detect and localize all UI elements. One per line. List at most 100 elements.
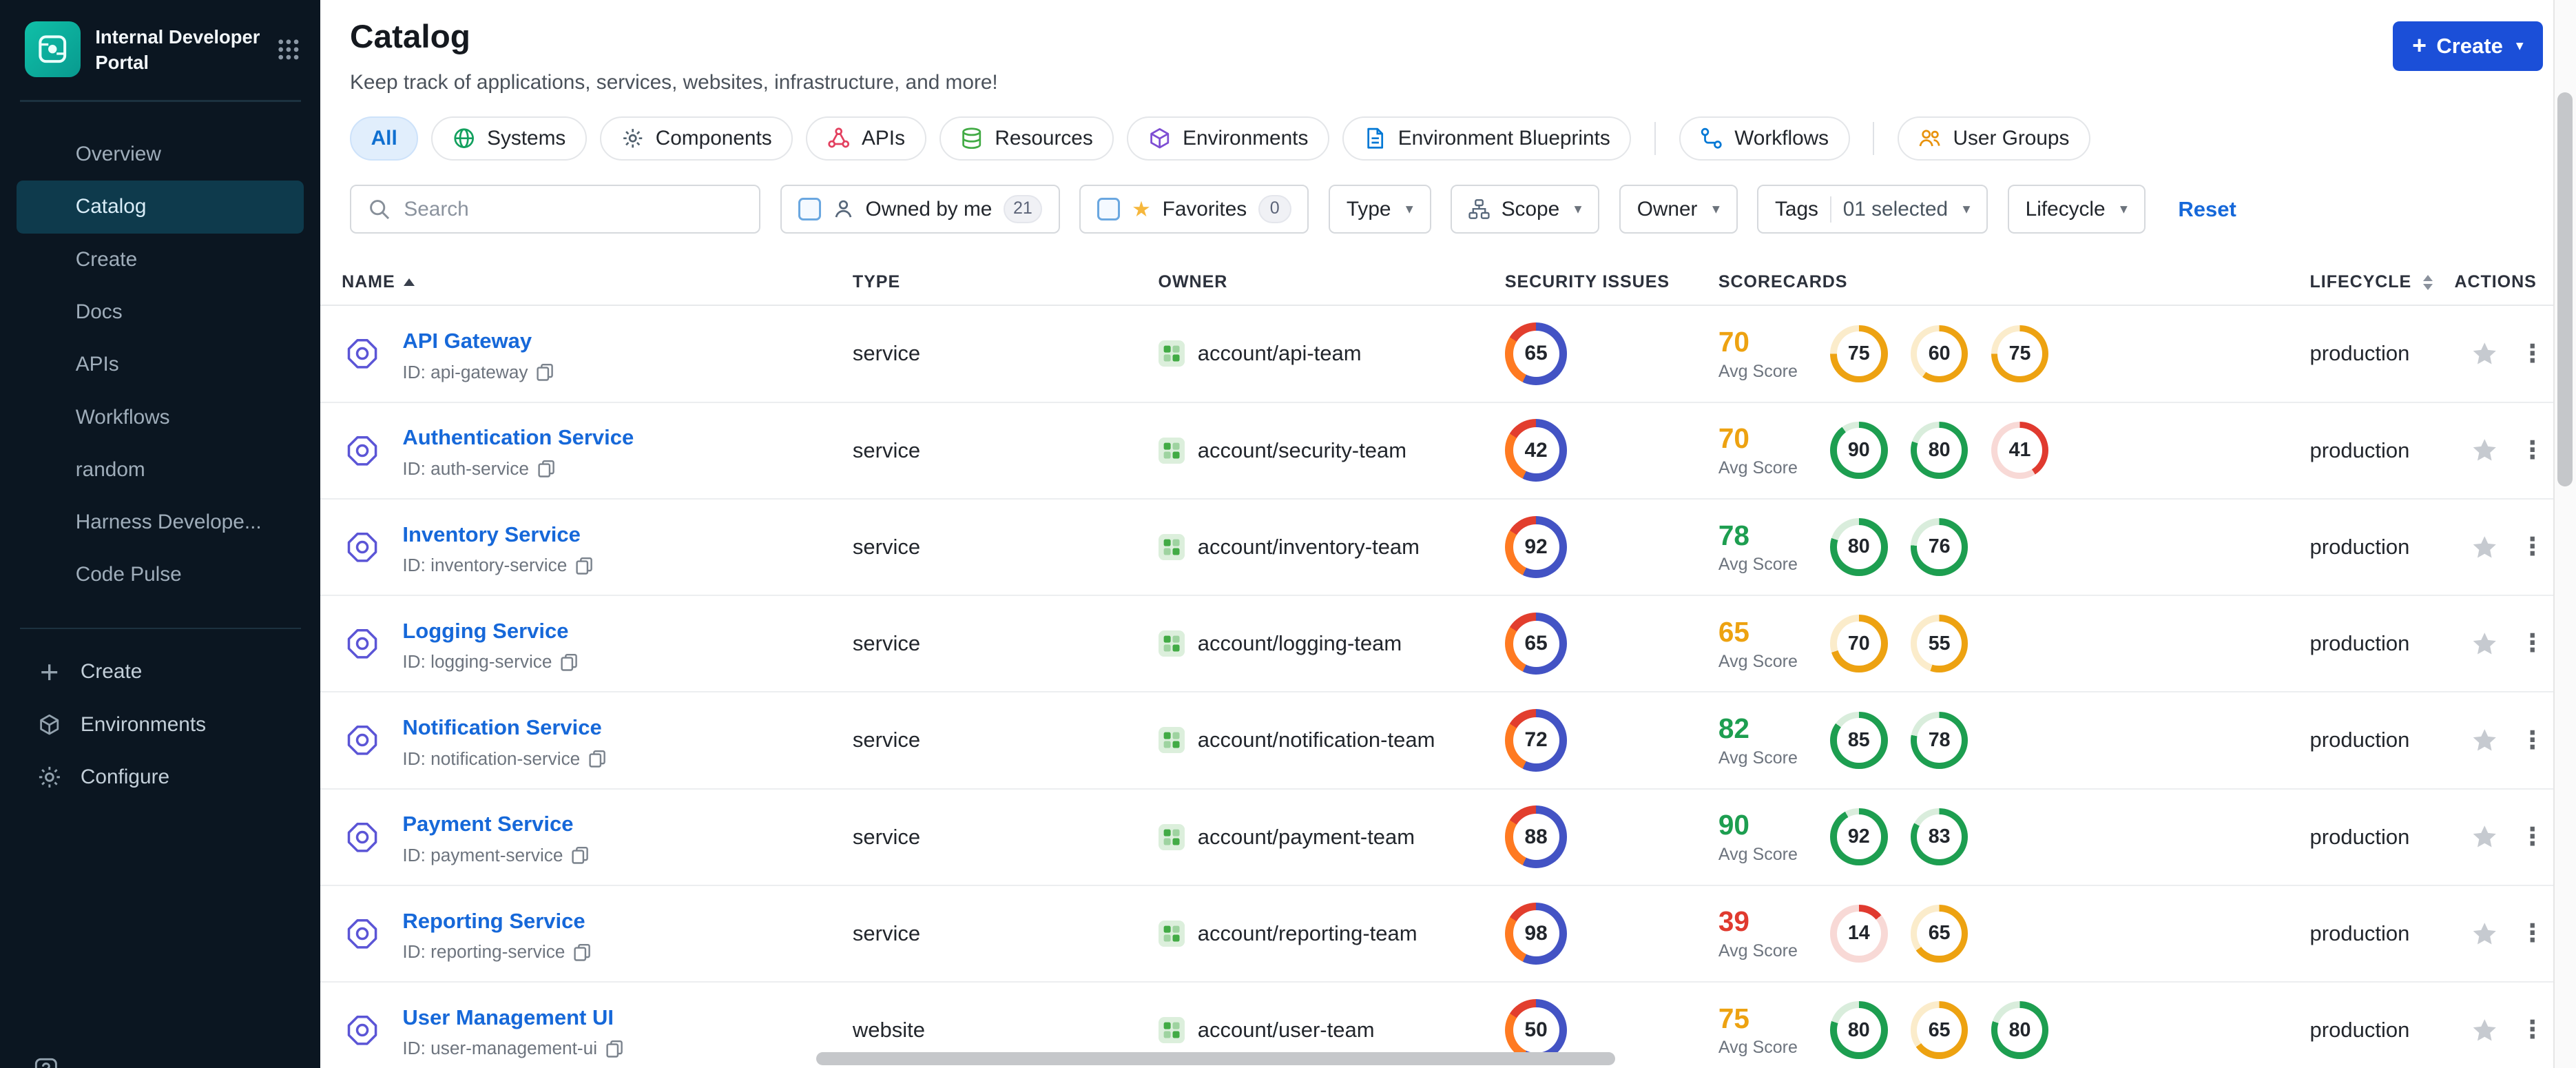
lifecycle-filter-dropdown[interactable]: Lifecycle ▾ xyxy=(2007,184,2146,234)
tab-systems[interactable]: Systems xyxy=(431,116,587,161)
component-name-link[interactable]: Authentication Service xyxy=(402,425,634,449)
apps-grid-icon[interactable] xyxy=(276,37,301,62)
favorite-star-icon[interactable] xyxy=(2471,340,2499,368)
component-name-link[interactable]: Payment Service xyxy=(402,812,573,836)
scorecard-ring[interactable]: 65 xyxy=(1910,905,1969,963)
scorecard-ring[interactable]: 80 xyxy=(1830,1001,1888,1059)
copy-icon[interactable] xyxy=(605,1040,623,1058)
tab-apis[interactable]: APIs xyxy=(806,116,926,161)
scorecard-ring[interactable]: 80 xyxy=(1830,518,1888,576)
component-name-link[interactable]: Inventory Service xyxy=(402,522,580,546)
copy-icon[interactable] xyxy=(571,846,589,864)
favorite-star-icon[interactable] xyxy=(2471,533,2499,562)
tab-resources[interactable]: Resources xyxy=(939,116,1114,161)
kebab-menu-icon[interactable]: ⋮ xyxy=(2520,630,2545,656)
scorecard-ring[interactable]: 85 xyxy=(1830,711,1888,770)
security-issues-donut[interactable]: 65 xyxy=(1504,322,1568,385)
component-name-link[interactable]: User Management UI xyxy=(402,1005,614,1029)
kebab-menu-icon[interactable]: ⋮ xyxy=(2520,534,2545,559)
owner-name[interactable]: account/security-team xyxy=(1198,438,1406,463)
sidebar-item-catalog[interactable]: Catalog xyxy=(16,181,304,234)
scorecard-ring[interactable]: 90 xyxy=(1830,421,1888,480)
owner-filter-dropdown[interactable]: Owner ▾ xyxy=(1619,184,1738,234)
reset-filters-button[interactable]: Reset xyxy=(2178,197,2236,222)
kebab-menu-icon[interactable]: ⋮ xyxy=(2520,921,2545,946)
scorecard-ring[interactable]: 70 xyxy=(1830,615,1888,672)
tab-environment-blueprints[interactable]: Environment Blueprints xyxy=(1342,116,1632,161)
sidebar-item-overview[interactable]: Overview xyxy=(17,128,304,181)
scorecard-ring[interactable]: 55 xyxy=(1910,615,1969,672)
copy-icon[interactable] xyxy=(573,943,591,961)
sidebar-item-docs[interactable]: Docs xyxy=(17,286,304,338)
copy-icon[interactable] xyxy=(575,557,593,575)
horizontal-scrollbar[interactable] xyxy=(816,1051,1615,1065)
owner-name[interactable]: account/inventory-team xyxy=(1198,535,1420,559)
security-issues-donut[interactable]: 42 xyxy=(1504,419,1568,482)
column-header-lifecycle[interactable]: LIFECYCLE xyxy=(2310,272,2455,292)
sidebar-item-workflows[interactable]: Workflows xyxy=(17,391,304,444)
scorecard-ring[interactable]: 75 xyxy=(1991,325,2049,383)
search-input[interactable] xyxy=(404,197,743,221)
tab-environments[interactable]: Environments xyxy=(1127,116,1329,161)
security-issues-donut[interactable]: 88 xyxy=(1504,805,1568,868)
sidebar-bottom-item[interactable] xyxy=(33,1057,59,1068)
kebab-menu-icon[interactable]: ⋮ xyxy=(2520,438,2545,463)
sidebar-item-random[interactable]: random xyxy=(17,444,304,496)
scorecard-ring[interactable]: 41 xyxy=(1991,421,2049,480)
favorite-star-icon[interactable] xyxy=(2471,1016,2499,1045)
favorite-star-icon[interactable] xyxy=(2471,920,2499,948)
scorecard-ring[interactable]: 80 xyxy=(1991,1001,2049,1059)
kebab-menu-icon[interactable]: ⋮ xyxy=(2520,728,2545,753)
copy-icon[interactable] xyxy=(536,363,554,381)
owner-name[interactable]: account/payment-team xyxy=(1198,825,1415,850)
component-name-link[interactable]: API Gateway xyxy=(402,329,532,353)
scorecard-ring[interactable]: 76 xyxy=(1910,518,1969,576)
tab-all[interactable]: All xyxy=(350,116,419,161)
scorecard-ring[interactable]: 60 xyxy=(1910,325,1969,383)
kebab-menu-icon[interactable]: ⋮ xyxy=(2520,341,2545,367)
sidebar-footer-item-environments[interactable]: Environments xyxy=(0,698,320,750)
owner-name[interactable]: account/reporting-team xyxy=(1198,921,1417,946)
owner-name[interactable]: account/api-team xyxy=(1198,341,1362,366)
favorite-star-icon[interactable] xyxy=(2471,823,2499,851)
component-name-link[interactable]: Notification Service xyxy=(402,715,601,739)
favorite-star-icon[interactable] xyxy=(2471,436,2499,464)
sidebar-footer-item-configure[interactable]: Configure xyxy=(0,751,320,803)
copy-icon[interactable] xyxy=(588,750,606,768)
tags-filter-dropdown[interactable]: Tags 01 selected ▾ xyxy=(1757,184,1988,234)
app-logo[interactable] xyxy=(24,21,81,78)
vertical-scrollbar-thumb[interactable] xyxy=(2557,92,2573,486)
sidebar-item-create[interactable]: Create xyxy=(17,234,304,286)
sidebar-item-harness-develope[interactable]: Harness Develope... xyxy=(17,496,304,548)
favorites-checkbox[interactable] xyxy=(1097,197,1121,221)
component-name-link[interactable]: Logging Service xyxy=(402,619,568,643)
component-name-link[interactable]: Reporting Service xyxy=(402,909,585,933)
owned-by-me-filter[interactable]: Owned by me 21 xyxy=(780,184,1060,234)
owner-name[interactable]: account/notification-team xyxy=(1198,728,1435,752)
scorecard-ring[interactable]: 80 xyxy=(1910,421,1969,480)
scope-filter-dropdown[interactable]: Scope ▾ xyxy=(1451,184,1600,234)
owned-by-me-checkbox[interactable] xyxy=(798,197,822,221)
scorecard-ring[interactable]: 78 xyxy=(1910,711,1969,770)
tab-components[interactable]: Components xyxy=(600,116,793,161)
tab-user-groups[interactable]: User Groups xyxy=(1897,116,2091,161)
kebab-menu-icon[interactable]: ⋮ xyxy=(2520,1017,2545,1043)
sidebar-footer-item-create[interactable]: Create xyxy=(0,646,320,698)
kebab-menu-icon[interactable]: ⋮ xyxy=(2520,824,2545,850)
scorecard-ring[interactable]: 83 xyxy=(1910,808,1969,866)
security-issues-donut[interactable]: 98 xyxy=(1504,902,1568,965)
sidebar-item-code-pulse[interactable]: Code Pulse xyxy=(17,548,304,601)
sidebar-item-apis[interactable]: APIs xyxy=(17,338,304,391)
owner-name[interactable]: account/logging-team xyxy=(1198,631,1402,656)
column-header-name[interactable]: NAME xyxy=(342,272,853,292)
security-issues-donut[interactable]: 92 xyxy=(1504,515,1568,579)
favorites-filter[interactable]: ★ Favorites 0 xyxy=(1079,184,1309,234)
scorecard-ring[interactable]: 75 xyxy=(1830,325,1888,383)
scorecard-ring[interactable]: 14 xyxy=(1830,905,1888,963)
security-issues-donut[interactable]: 65 xyxy=(1504,612,1568,675)
type-filter-dropdown[interactable]: Type ▾ xyxy=(1329,184,1431,234)
create-button[interactable]: + Create ▾ xyxy=(2392,21,2544,71)
security-issues-donut[interactable]: 72 xyxy=(1504,709,1568,772)
favorite-star-icon[interactable] xyxy=(2471,726,2499,754)
favorite-star-icon[interactable] xyxy=(2471,630,2499,658)
